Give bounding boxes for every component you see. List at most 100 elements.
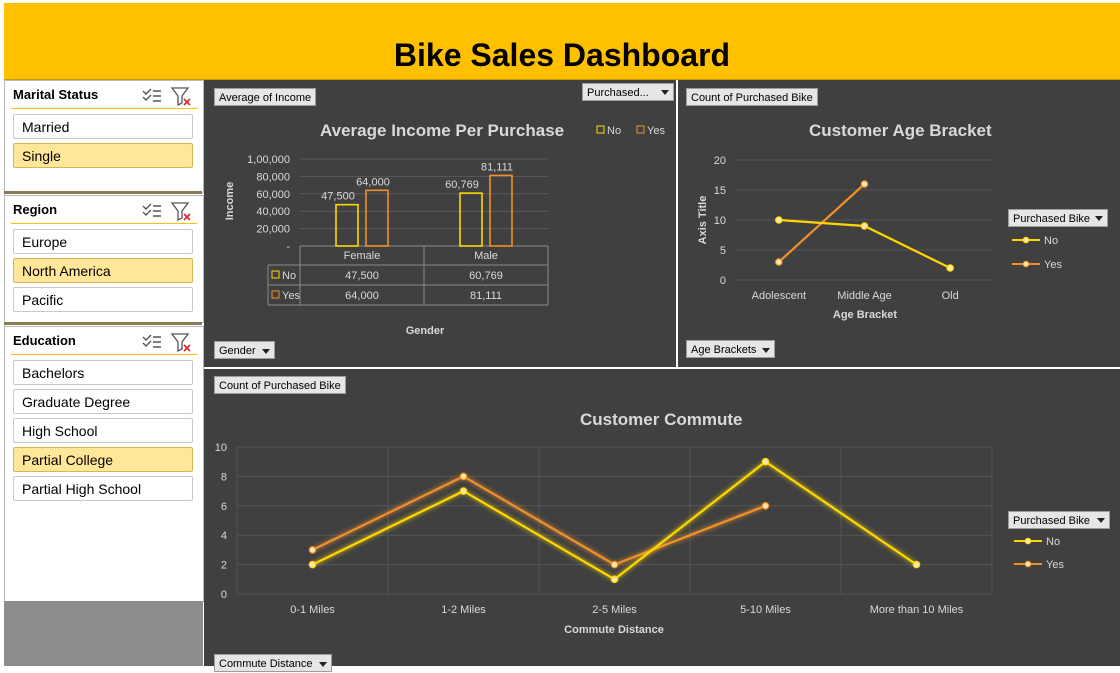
x-category-label: 1-2 Miles xyxy=(441,604,486,616)
data-point-yes xyxy=(610,560,619,569)
slicer-item-married[interactable]: Married xyxy=(13,114,193,139)
slicer-item-bachelors[interactable]: Bachelors xyxy=(13,360,193,385)
x-category-label: Female xyxy=(344,250,381,262)
slicer-item-graduate-degree[interactable]: Graduate Degree xyxy=(13,389,193,414)
y-tick-label: 5 xyxy=(720,245,726,257)
legend-swatch-no xyxy=(596,125,605,134)
legend-label: No xyxy=(1044,235,1058,247)
y-tick-label: 0 xyxy=(221,589,227,601)
x-category-label: Old xyxy=(942,290,959,302)
multi-select-icon[interactable] xyxy=(142,203,161,217)
sheet-empty-area xyxy=(4,601,203,666)
y-tick-label: 2 xyxy=(221,560,227,572)
chevron-down-icon xyxy=(762,347,771,353)
slicer-divider xyxy=(11,354,197,355)
y-tick-label: 8 xyxy=(221,471,227,483)
y-tick-label: 1,00,000 xyxy=(247,154,290,166)
x-axis-title: Commute Distance xyxy=(564,624,664,636)
table-swatch-yes xyxy=(271,290,280,299)
commute-axis-dropdown[interactable]: Commute Distance xyxy=(214,654,332,672)
age-axis-dropdown[interactable]: Age Brackets xyxy=(686,340,776,358)
y-axis-title: Axis Title xyxy=(697,196,709,245)
legend-title: Purchased Bike xyxy=(1013,515,1091,527)
slicer-item-single[interactable]: Single xyxy=(13,143,193,168)
x-category-label: Adolescent xyxy=(752,290,806,302)
x-category-label: Middle Age xyxy=(837,290,891,302)
data-point-yes xyxy=(860,180,869,188)
multi-select-icon[interactable] xyxy=(142,88,161,102)
data-point-yes xyxy=(308,546,317,554)
slicer-item-partial-college[interactable]: Partial College xyxy=(13,447,193,472)
bar-data-label: 60,769 xyxy=(445,179,479,191)
table-cell: 64,000 xyxy=(345,290,379,302)
legend-filter-dropdown[interactable]: Purchased Bike xyxy=(1008,209,1108,227)
legend-marker xyxy=(1024,560,1032,568)
legend-label: Yes xyxy=(1046,559,1064,571)
table-cell: 47,500 xyxy=(345,270,379,282)
x-axis-title: Age Bracket xyxy=(833,309,898,321)
slicer-separator xyxy=(4,322,202,325)
data-point-no xyxy=(761,457,770,466)
slicer-title: Education xyxy=(13,333,76,348)
clear-filter-icon[interactable] xyxy=(170,87,191,107)
slicer-divider xyxy=(11,108,197,109)
legend-title: Purchased Bike xyxy=(1013,213,1091,225)
table-row-label: No xyxy=(282,270,296,282)
slicer-item-partial-high-school[interactable]: Partial High School xyxy=(13,476,193,501)
y-axis-title: Income xyxy=(224,182,236,221)
y-tick-label: - xyxy=(286,241,290,253)
data-point-yes xyxy=(761,502,770,510)
data-point-no xyxy=(946,264,954,272)
commute-chart-panel[interactable]: Count of Purchased Bike Customer Commute… xyxy=(204,369,1120,672)
clear-filter-icon[interactable] xyxy=(170,202,191,222)
slicer-item-pacific[interactable]: Pacific xyxy=(13,287,193,312)
slicer-item-high-school[interactable]: High School xyxy=(13,418,193,443)
slicer-item-north-america[interactable]: North America xyxy=(13,258,193,283)
legend-label-no: No xyxy=(607,125,621,137)
bar-no-male xyxy=(459,192,483,247)
data-point-yes xyxy=(775,258,783,266)
axis-field-label: Commute Distance xyxy=(219,658,313,670)
bar-data-label: 64,000 xyxy=(356,176,390,188)
slicer-region: Region Europe North America Pacific xyxy=(4,195,204,323)
age-chart-panel[interactable]: Count of Purchased Bike Customer Age Bra… xyxy=(678,80,1120,367)
x-axis-title: Gender xyxy=(406,325,445,337)
legend-filter-dropdown[interactable]: Purchased Bike xyxy=(1008,511,1110,529)
y-tick-label: 80,000 xyxy=(256,171,290,183)
dashboard-title-banner: Bike Sales Dashboard xyxy=(4,3,1120,80)
axis-field-label: Gender xyxy=(219,345,256,357)
data-point-no xyxy=(459,487,468,495)
y-tick-label: 20,000 xyxy=(256,224,290,236)
y-tick-label: 4 xyxy=(221,530,227,542)
data-point-yes xyxy=(459,472,468,481)
slicer-separator xyxy=(4,191,202,194)
y-tick-label: 0 xyxy=(720,275,726,287)
slicer-education: Education Bachelors Graduate Degree High… xyxy=(4,326,204,602)
slicer-divider xyxy=(11,223,197,224)
legend-marker xyxy=(1022,236,1030,244)
multi-select-icon[interactable] xyxy=(142,334,161,348)
table-cell: 81,111 xyxy=(470,290,502,302)
income-chart: 1,00,000 80,000 60,000 40,000 20,000 - No Yes In… xyxy=(224,125,665,337)
x-category-label: 2-5 Miles xyxy=(592,604,637,616)
y-tick-label: 20 xyxy=(714,155,726,167)
x-category-label: 0-1 Miles xyxy=(290,604,335,616)
legend-marker xyxy=(1022,260,1030,268)
bar-yes-female xyxy=(365,189,389,247)
x-category-label: 5-10 Miles xyxy=(740,604,791,616)
income-chart-panel[interactable]: Average of Income Purchased... Average I… xyxy=(204,80,676,367)
chevron-down-icon xyxy=(1095,216,1103,221)
chevron-down-icon xyxy=(1097,518,1105,523)
x-category-label: More than 10 Miles xyxy=(870,604,964,616)
table-cell: 60,769 xyxy=(469,270,503,282)
gender-axis-dropdown[interactable]: Gender xyxy=(214,341,275,359)
y-tick-label: 10 xyxy=(215,442,227,454)
chevron-down-icon xyxy=(261,348,270,354)
axis-field-label: Age Brackets xyxy=(691,344,757,356)
y-tick-label: 6 xyxy=(221,501,227,513)
legend-label: Yes xyxy=(1044,259,1062,271)
data-point-no xyxy=(912,560,921,569)
slicer-item-europe[interactable]: Europe xyxy=(13,229,193,254)
y-tick-label: 60,000 xyxy=(256,189,290,201)
clear-filter-icon[interactable] xyxy=(170,333,191,353)
